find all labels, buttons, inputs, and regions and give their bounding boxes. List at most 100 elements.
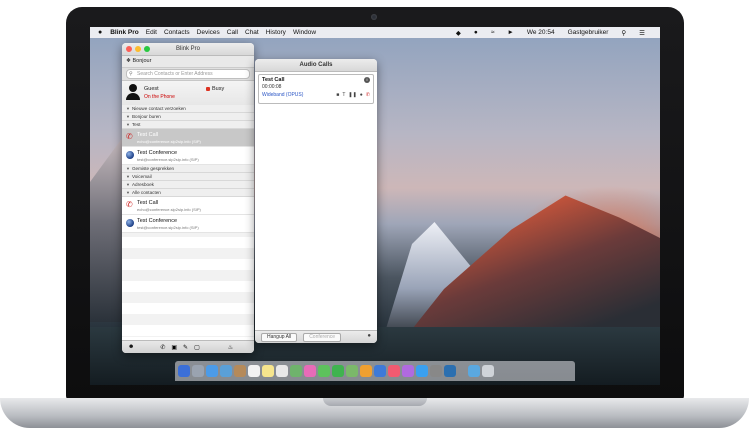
menu-edit[interactable]: Edit	[146, 29, 157, 36]
desktop-screen: ● Blink Pro Edit Contacts Devices Call C…	[90, 27, 660, 385]
globe-icon	[126, 151, 134, 159]
safari-icon[interactable]	[206, 365, 218, 377]
chat-icon[interactable]: ✎	[183, 344, 188, 351]
menu-search-icon[interactable]: ⚲	[621, 29, 626, 37]
menu-devices[interactable]: Devices	[197, 29, 220, 36]
menu-user[interactable]: Gastgebruiker	[568, 29, 609, 36]
disclosure-triangle-icon[interactable]: ▼	[126, 122, 130, 127]
mail-icon[interactable]	[220, 365, 232, 377]
menu-app-name[interactable]: Blink Pro	[110, 29, 139, 36]
keynote-icon[interactable]	[374, 365, 386, 377]
account-selector[interactable]: ❖ Bonjour	[122, 56, 254, 68]
notification-bell-icon[interactable]: ♨	[228, 344, 233, 351]
zoom-icon[interactable]	[144, 46, 150, 52]
avatar[interactable]	[126, 84, 140, 100]
menu-clock[interactable]: We 20:54	[527, 29, 555, 36]
blink-titlebar[interactable]: Blink Pro	[122, 43, 254, 56]
transfer-icon[interactable]: T	[342, 92, 345, 98]
video-call-icon[interactable]: ▣	[171, 344, 177, 351]
contact-row[interactable]: ✆ Test Call echo@conference.sip2sip.info…	[122, 197, 254, 215]
call-codec[interactable]: Wideband (OPUS)	[262, 92, 303, 98]
dock	[175, 361, 575, 381]
downloads-folder-icon[interactable]	[468, 365, 480, 377]
group-header[interactable]: ▼ Adresboek	[122, 181, 254, 189]
numbers-icon[interactable]	[346, 365, 358, 377]
disclosure-triangle-icon[interactable]: ▼	[126, 190, 130, 195]
close-icon[interactable]	[126, 46, 132, 52]
contact-list: ▼ Nieuwe contact verzoeken ▼ Bonjour buren…	[122, 105, 254, 337]
add-contact-icon[interactable]: ☻	[128, 344, 134, 350]
group-header[interactable]: ▼ Nieuwe contact verzoeken	[122, 105, 254, 113]
contact-name: Test Conference	[137, 150, 178, 156]
active-call-panel[interactable]: Test Call 00:00:08 Wideband (OPUS) i ■ T…	[258, 74, 374, 104]
globe-icon	[126, 219, 134, 227]
search-input[interactable]: ⚲ Search Contacts or Enter Address	[126, 69, 250, 79]
facetime-icon[interactable]	[332, 365, 344, 377]
contact-row[interactable]: Test Conference test@conference.sip2sip.…	[122, 215, 254, 233]
menu-history[interactable]: History	[266, 29, 286, 36]
record-icon[interactable]: ●	[360, 92, 363, 98]
menu-contacts[interactable]: Contacts	[164, 29, 190, 36]
menu-chat[interactable]: Chat	[245, 29, 259, 36]
reminders-icon[interactable]	[276, 365, 288, 377]
hangup-all-button[interactable]: Hangup All	[261, 332, 298, 342]
group-header[interactable]: ▼ Alle contacten	[122, 189, 254, 197]
messages-icon[interactable]	[318, 365, 330, 377]
conference-button[interactable]: Conference	[303, 332, 342, 342]
launchpad-icon[interactable]	[192, 365, 204, 377]
contact-name: Test Conference	[137, 218, 178, 224]
phone-icon: ✆	[126, 132, 133, 141]
calendar-icon[interactable]	[248, 365, 260, 377]
contact-uri: test@conference.sip2sip.info (SIP)	[137, 157, 199, 162]
hangup-icon[interactable]: ✆	[366, 92, 370, 98]
group-header[interactable]: ▼ Test	[122, 121, 254, 129]
info-icon[interactable]: i	[364, 77, 370, 83]
menu-call[interactable]: Call	[227, 29, 238, 36]
screen-share-icon[interactable]: ▢	[194, 344, 200, 351]
menu-list-icon[interactable]: ☰	[639, 29, 645, 37]
lock-icon[interactable]: ■	[336, 92, 339, 98]
disclosure-triangle-icon[interactable]: ▼	[126, 114, 130, 119]
trash-icon[interactable]	[482, 365, 494, 377]
presence-selector[interactable]: Busy	[212, 86, 224, 92]
ibooks-icon[interactable]	[402, 365, 414, 377]
mic-icon[interactable]: ●	[474, 29, 478, 36]
contacts-icon[interactable]	[234, 365, 246, 377]
photos-icon[interactable]	[304, 365, 316, 377]
group-header[interactable]: ▼ Voicemail	[122, 173, 254, 181]
presence-busy-icon	[206, 87, 210, 91]
menu-bar: ● Blink Pro Edit Contacts Devices Call C…	[90, 27, 660, 38]
disclosure-triangle-icon[interactable]: ▼	[126, 182, 130, 187]
volume-icon[interactable]: ►	[507, 29, 513, 36]
audio-call-icon[interactable]: ✆	[160, 344, 165, 351]
my-profile[interactable]: Guest On the Phone Busy	[122, 81, 254, 108]
pages-icon[interactable]	[360, 365, 372, 377]
contact-row[interactable]: Test Conference test@conference.sip2sip.…	[122, 147, 254, 165]
audio-calls-titlebar[interactable]: Audio Calls	[255, 59, 377, 72]
disclosure-triangle-icon[interactable]: ▼	[126, 166, 130, 171]
group-header[interactable]: ▼ Gemiste gesprekken	[122, 165, 254, 173]
disclosure-triangle-icon[interactable]: ▼	[126, 174, 130, 179]
contact-row[interactable]: ✆ Test Call echo@conference.sip2sip.info…	[122, 129, 254, 147]
minimize-icon[interactable]	[135, 46, 141, 52]
maps-icon[interactable]	[290, 365, 302, 377]
audio-calls-window: Audio Calls Test Call 00:00:08 Wideband …	[255, 59, 377, 343]
app-store-icon[interactable]	[416, 365, 428, 377]
microphone-icon[interactable]: ●	[367, 333, 371, 339]
shield-icon[interactable]: ◆	[456, 29, 461, 37]
profile-status: On the Phone	[144, 94, 175, 100]
disclosure-triangle-icon[interactable]: ▼	[126, 106, 130, 111]
menu-window[interactable]: Window	[293, 29, 316, 36]
itunes-icon[interactable]	[388, 365, 400, 377]
notes-icon[interactable]	[262, 365, 274, 377]
contact-uri: test@conference.sip2sip.info (SIP)	[137, 225, 199, 230]
system-preferences-icon[interactable]	[430, 365, 442, 377]
blink-icon[interactable]	[444, 365, 456, 377]
pause-icon[interactable]: ❚❚	[348, 92, 356, 98]
finder-icon[interactable]	[178, 365, 190, 377]
search-bar: ⚲ Search Contacts or Enter Address	[122, 68, 254, 81]
apple-menu-icon[interactable]: ●	[98, 29, 102, 36]
group-header[interactable]: ▼ Bonjour buren	[122, 113, 254, 121]
menu-status-area: ◆ ● ≈ ► We 20:54 Gastgebruiker ⚲ ☰	[450, 27, 652, 38]
wifi-icon[interactable]: ≈	[491, 29, 495, 36]
